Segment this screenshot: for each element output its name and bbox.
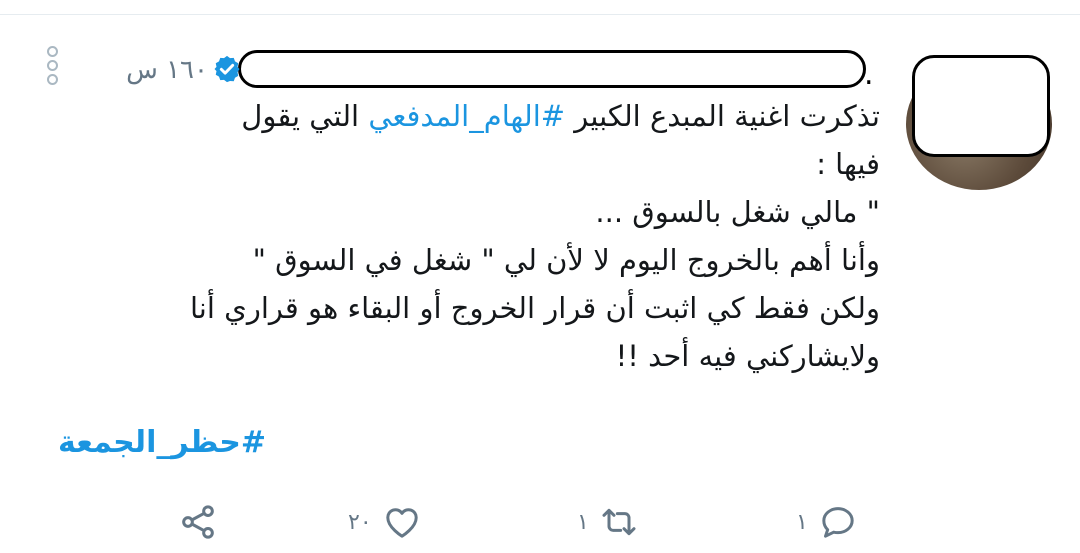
more-options-icon[interactable]: [46, 46, 60, 85]
reply-count: ١: [796, 509, 808, 535]
retweet-icon: [602, 508, 636, 536]
author-name-redaction: [238, 50, 866, 88]
share-icon: [182, 505, 214, 539]
hashtag-link[interactable]: #حظر_الجمعة: [30, 420, 266, 466]
retweet-button[interactable]: ١: [577, 496, 639, 548]
like-icon: [385, 508, 418, 538]
tweet-line-1: تذكرت اغنية المبدع الكبير #الهام_المدفعي…: [30, 92, 880, 140]
tweet-line-2: فيها :: [816, 147, 880, 181]
tweet-actions: ١ ١ ٢٠: [0, 496, 1080, 548]
avatar-redaction: [912, 55, 1050, 157]
tweet-body: تذكرت اغنية المبدع الكبير #الهام_المدفعي…: [30, 92, 880, 380]
tweet-timestamp[interactable]: ١٦٠ س: [96, 52, 208, 88]
like-count: ٢٠: [348, 509, 372, 535]
verified-icon: [214, 55, 240, 83]
reply-icon: [822, 507, 854, 538]
top-divider: [0, 0, 1080, 15]
tweet-text-segment: تذكرت اغنية المبدع الكبير: [565, 99, 880, 133]
share-button[interactable]: [178, 496, 218, 548]
tweet-line-4: وأنا أهم بالخروج اليوم لا لأن لي " شغل ف…: [252, 243, 880, 277]
retweet-count: ١: [577, 509, 589, 535]
tweet-text-segment: التي يقول: [241, 99, 369, 133]
tweet-line-3: " مالي شغل بالسوق ...: [595, 195, 880, 229]
hashtag-link[interactable]: #الهام_المدفعي: [368, 99, 565, 133]
tweet-line-5: ولكن فقط كي اثبت أن قرار الخروج أو البقا…: [189, 291, 880, 325]
tweet-line-6: ولايشاركني فيه أحد !!: [615, 339, 880, 373]
reply-button[interactable]: ١: [796, 496, 858, 548]
like-button[interactable]: ٢٠: [348, 496, 422, 548]
